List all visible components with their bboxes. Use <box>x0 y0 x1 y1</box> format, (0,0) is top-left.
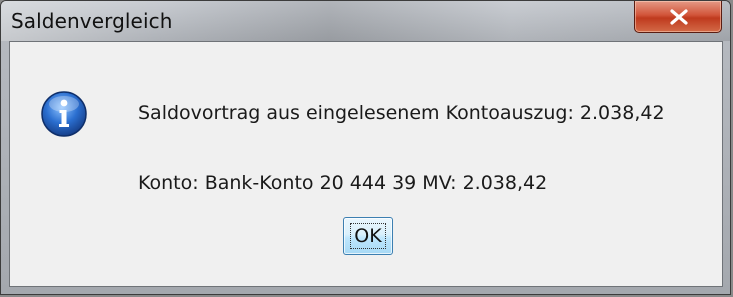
message-line-1: Saldovortrag aus eingelesenem Kontoauszu… <box>138 102 665 124</box>
info-icon <box>41 91 87 137</box>
ok-button[interactable]: OK <box>343 217 393 255</box>
close-button[interactable] <box>634 1 722 33</box>
dialog-window: Saldenvergleich Saldovortrag aus eingele… <box>0 0 731 295</box>
window-title: Saldenvergleich <box>11 9 173 33</box>
message-line-2: Konto: Bank-Konto 20 444 39 MV: 2.038,42 <box>138 172 548 194</box>
ok-button-label: OK <box>350 223 386 249</box>
close-icon <box>670 9 688 25</box>
title-bar[interactable]: Saldenvergleich <box>1 1 730 41</box>
dialog-body: Saldovortrag aus eingelesenem Kontoauszu… <box>9 41 723 287</box>
